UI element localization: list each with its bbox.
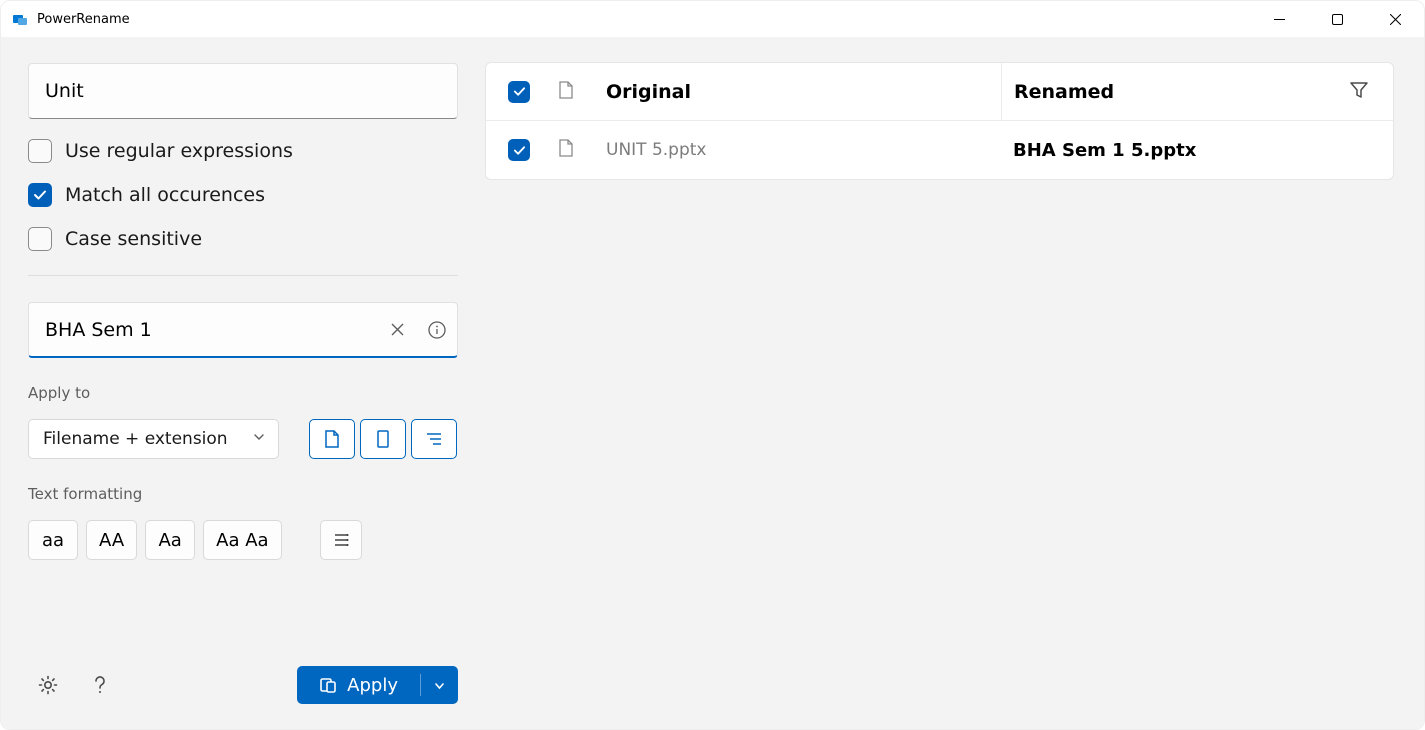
text-formatting-label: Text formatting <box>28 485 458 503</box>
bottom-bar: Apply <box>28 665 458 729</box>
select-all-checkbox[interactable] <box>508 81 530 103</box>
apply-icon <box>319 676 337 694</box>
option-case-sensitive[interactable]: Case sensitive <box>28 227 458 251</box>
option-match-all[interactable]: Match all occurences <box>28 183 458 207</box>
option-regex[interactable]: Use regular expressions <box>28 139 458 163</box>
column-original[interactable]: Original <box>606 81 1001 103</box>
apply-dropdown[interactable] <box>420 666 458 704</box>
original-filename: UNIT 5.pptx <box>606 140 1001 160</box>
column-renamed[interactable]: Renamed <box>1014 81 1343 103</box>
case-checkbox[interactable] <box>28 227 52 251</box>
table-row[interactable]: UNIT 5.pptx BHA Sem 1 5.pptx <box>486 121 1393 179</box>
lowercase-button[interactable]: aa <box>28 520 78 560</box>
include-files-toggle[interactable] <box>309 419 355 459</box>
apply-to-select[interactable]: Filename + extension <box>28 419 279 459</box>
preview-panel: Original Renamed UNIT 5.pp <box>485 62 1394 180</box>
settings-button[interactable] <box>28 665 68 705</box>
row-checkbox[interactable] <box>508 139 530 161</box>
include-folders-toggle[interactable] <box>360 419 406 459</box>
minimize-button[interactable] <box>1250 1 1308 37</box>
enumerate-button[interactable] <box>320 520 362 560</box>
info-icon[interactable] <box>417 303 457 356</box>
file-icon <box>558 81 574 103</box>
close-button[interactable] <box>1366 1 1424 37</box>
maximize-button[interactable] <box>1308 1 1366 37</box>
apply-button[interactable]: Apply <box>297 666 458 704</box>
search-input[interactable] <box>29 80 457 102</box>
replace-field[interactable] <box>28 302 458 358</box>
text-formatting-group: aa AA Aa Aa Aa <box>28 520 458 560</box>
help-button[interactable] <box>80 665 120 705</box>
titlecase-button[interactable]: Aa <box>145 520 195 560</box>
replace-input[interactable] <box>29 319 377 341</box>
chevron-down-icon <box>252 429 266 449</box>
app-icon <box>11 10 29 28</box>
app-title: PowerRename <box>37 12 130 27</box>
preview-header: Original Renamed <box>486 63 1393 121</box>
titlebar: PowerRename <box>1 1 1424 37</box>
window-controls <box>1250 1 1424 37</box>
divider <box>28 275 458 276</box>
include-subfolders-toggle[interactable] <box>411 419 457 459</box>
include-toggles <box>309 419 457 459</box>
app-window: PowerRename Use regul <box>0 0 1425 730</box>
capitalize-each-button[interactable]: Aa Aa <box>203 520 281 560</box>
file-icon <box>558 139 574 161</box>
search-field[interactable] <box>28 63 458 119</box>
uppercase-button[interactable]: AA <box>86 520 137 560</box>
filter-button[interactable] <box>1343 81 1375 103</box>
regex-label: Use regular expressions <box>65 140 293 162</box>
match-all-checkbox[interactable] <box>28 183 52 207</box>
case-label: Case sensitive <box>65 228 202 250</box>
regex-checkbox[interactable] <box>28 139 52 163</box>
apply-to-label: Apply to <box>28 384 458 402</box>
filter-icon <box>1349 81 1369 99</box>
gear-icon <box>37 674 59 696</box>
chevron-down-icon <box>433 679 446 692</box>
match-all-label: Match all occurences <box>65 184 265 206</box>
clear-icon[interactable] <box>377 303 417 356</box>
left-panel: Use regular expressions Match all occure… <box>1 37 485 729</box>
apply-label: Apply <box>347 675 398 696</box>
apply-to-value: Filename + extension <box>43 429 228 449</box>
help-icon <box>90 674 110 696</box>
right-panel-wrap: Original Renamed UNIT 5.pp <box>485 37 1424 729</box>
renamed-filename: BHA Sem 1 5.pptx <box>1001 140 1196 161</box>
